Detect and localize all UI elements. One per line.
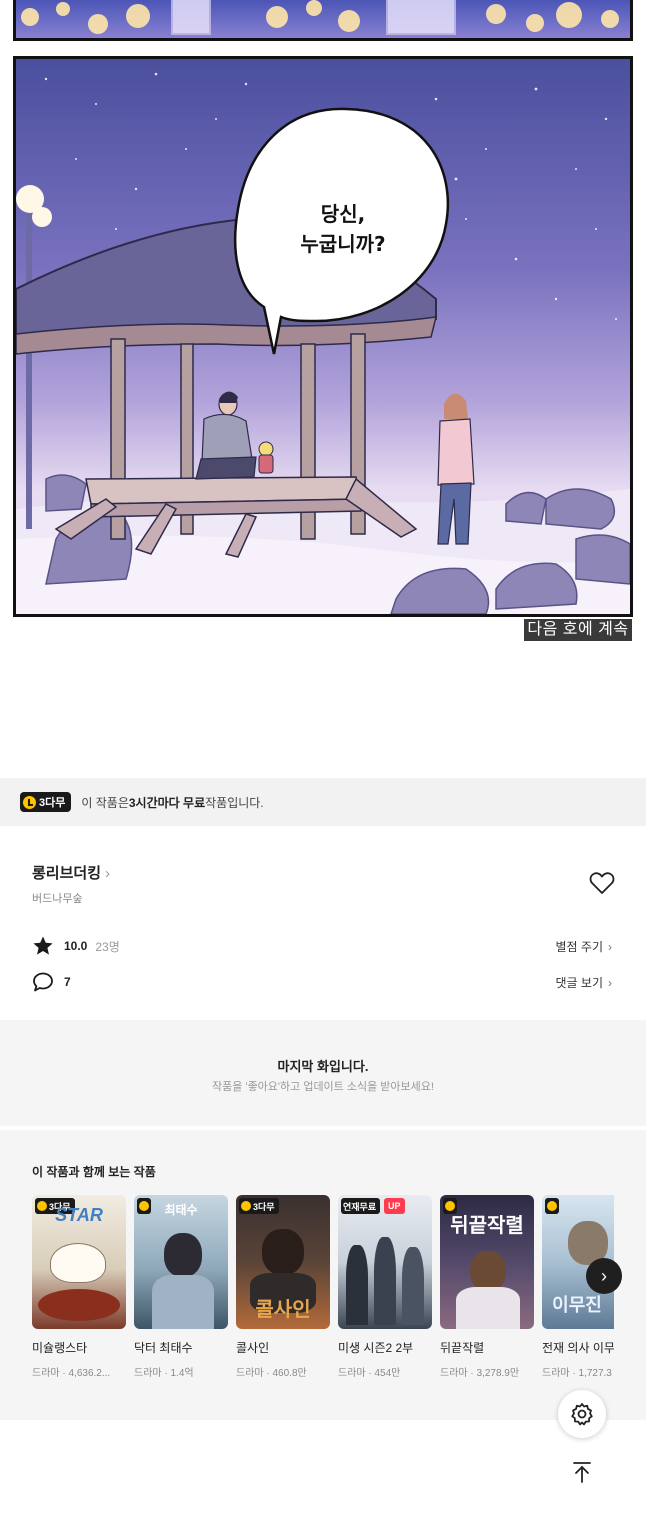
recommendation-card[interactable]: 3다무 STAR 미슐랭스타 드라마 · 4,636.2...	[32, 1195, 126, 1379]
card-meta: 드라마 · 4,636.2...	[32, 1368, 111, 1379]
card-meta: 드라마 · 460.8만	[236, 1368, 307, 1379]
last-episode-subtitle: 작품을 '좋아요'하고 업데이트 소식을 받아보세요!	[212, 1081, 434, 1093]
recommendations-heading: 이 작품과 함께 보는 작품	[32, 1165, 156, 1179]
doctor-body	[152, 1275, 214, 1329]
card-title: 콜사인	[236, 1341, 270, 1355]
recommendation-thumbnail: 3다무 STAR	[32, 1195, 126, 1329]
recommendation-card[interactable]: 연재무료 UP 미생 시즌2 2부 드라마 · 454만	[338, 1195, 432, 1379]
series-author[interactable]: 버드나무숲	[32, 890, 83, 906]
series-title-link[interactable]: 롱리브더킹 ›	[32, 862, 110, 883]
cover-title: 뒤끝작렬	[450, 1215, 524, 1237]
doctor-hair	[164, 1233, 202, 1277]
comment-count: 7	[64, 975, 71, 989]
comic-panel-top	[13, 0, 633, 41]
card-title: 닥터 최태수	[134, 1341, 193, 1355]
recommendation-card[interactable]: 최태수 닥터 최태수 드라마 · 1.4억	[134, 1195, 228, 1379]
star-icon	[33, 936, 53, 955]
scroll-top-icon[interactable]	[570, 1460, 594, 1484]
series-info: 롱리브더킹 › 버드나무숲 10.0 23명 별점 주기 › 7 댓글 보기 ›	[0, 826, 646, 1016]
free-notice: 3다무 이 작품은 3시간마다 무료 작품입니다.	[0, 778, 646, 826]
wait-free-badge-label: 3다무	[39, 797, 66, 809]
rating-count: 23명	[95, 939, 120, 954]
cover-title: 콜사인	[255, 1299, 311, 1321]
free-notice-text-bold: 3시간마다 무료	[128, 795, 206, 810]
free-notice-text-before: 이 작품은	[81, 795, 129, 810]
rate-button-label: 별점 주기	[555, 939, 604, 954]
clock-badge	[545, 1198, 559, 1214]
recommendation-thumbnail: 3다무 콜사인	[236, 1195, 330, 1329]
person-figure	[402, 1247, 424, 1325]
view-comments-button[interactable]: 댓글 보기 ›	[556, 974, 613, 991]
last-episode-notice: 마지막 화입니다. 작품을 '좋아요'하고 업데이트 소식을 받아보세요!	[0, 1020, 646, 1126]
cover-title: 최태수	[164, 1203, 198, 1217]
person-figure	[374, 1237, 396, 1325]
rating-value: 10.0	[64, 939, 88, 953]
soldier-head	[262, 1229, 304, 1275]
carousel-next-button[interactable]: ›	[586, 1258, 622, 1294]
heart-icon[interactable]	[589, 871, 615, 895]
comic-panel-pavilion: 당신, 누굽니까?	[13, 56, 633, 617]
view-comments-label: 댓글 보기	[555, 975, 604, 990]
series-title: 롱리브더킹	[32, 865, 102, 882]
cover-title: 이무진	[552, 1295, 602, 1315]
card-badge: 연재무료	[343, 1201, 377, 1212]
chevron-right-icon: ›	[608, 939, 612, 954]
last-episode-title: 마지막 화입니다.	[277, 1059, 369, 1074]
person-head	[470, 1251, 506, 1291]
settings-button[interactable]	[558, 1390, 606, 1438]
wait-free-badge: 3다무	[20, 792, 72, 812]
recommendations-section: 이 작품과 함께 보는 작품 3다무 STAR 미슐랭스타 드라마 · 4,63…	[0, 1130, 646, 1420]
up-badge: UP	[384, 1198, 405, 1214]
speech-bubble: 당신, 누굽니까?	[278, 199, 408, 259]
clock-icon	[241, 1201, 251, 1211]
person-figure	[346, 1245, 368, 1325]
card-badge: 3다무	[253, 1201, 275, 1212]
person-body	[456, 1287, 520, 1329]
card-meta: 드라마 · 3,278.9만	[440, 1368, 520, 1379]
recommendation-card[interactable]: 3다무 콜사인 콜사인 드라마 · 460.8만	[236, 1195, 330, 1379]
card-title: 뒤끝작렬	[440, 1341, 485, 1355]
wait-free-badge: 3다무	[239, 1198, 279, 1214]
card-title: 미슐랭스타	[32, 1341, 88, 1355]
card-meta: 드라마 · 1.4억	[134, 1368, 194, 1379]
recommendation-thumbnail: 최태수	[134, 1195, 228, 1329]
comment-icon	[33, 972, 53, 992]
clock-icon	[23, 795, 36, 809]
dish-shape	[38, 1289, 120, 1321]
chef-figure	[50, 1243, 106, 1283]
card-meta: 드라마 · 454만	[338, 1368, 401, 1379]
comments-row: 7 댓글 보기 ›	[32, 970, 612, 994]
rating-row: 10.0 23명 별점 주기 ›	[32, 934, 612, 958]
card-title: 미생 시즌2 2부	[338, 1341, 414, 1355]
cover-title: STAR	[55, 1205, 103, 1225]
rate-button[interactable]: 별점 주기 ›	[556, 938, 613, 955]
chevron-right-icon: ›	[608, 975, 612, 990]
free-badge: 연재무료	[341, 1198, 381, 1214]
recommendation-card[interactable]: 뒤끝작렬 뒤끝작렬 드라마 · 3,278.9만	[440, 1195, 534, 1379]
free-notice-text-after: 작품입니다.	[205, 795, 264, 810]
pavilion-illustration	[16, 72, 630, 614]
speech-line-1: 당신,	[320, 202, 366, 226]
speech-line-2: 누굽니까?	[300, 232, 386, 256]
chevron-right-icon: ›	[601, 1266, 607, 1286]
clock-icon	[547, 1201, 557, 1211]
chevron-right-icon: ›	[105, 865, 111, 882]
card-meta: 드라마 · 1,727.3	[542, 1368, 612, 1379]
recommendation-thumbnail: 연재무료 UP	[338, 1195, 432, 1329]
card-title: 전재 의사 이무	[542, 1341, 614, 1355]
gear-icon	[571, 1403, 593, 1426]
recommendation-thumbnail: 뒤끝작렬	[440, 1195, 534, 1329]
to-be-continued-caption: 다음 호에 계속	[524, 619, 632, 641]
